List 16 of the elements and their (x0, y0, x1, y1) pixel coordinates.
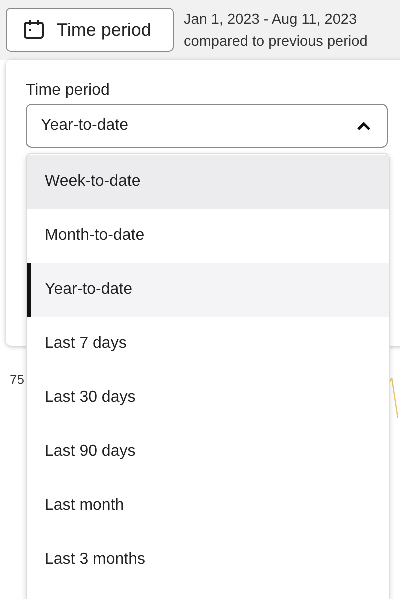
option-item[interactable]: Last 30 days (27, 371, 389, 425)
option-item[interactable]: Last 3 months (27, 533, 389, 587)
chevron-icon (357, 122, 371, 130)
option-item[interactable]: Last 90 days (27, 425, 389, 479)
time-period-select[interactable]: Year-to-date (26, 104, 388, 148)
calendar-icon (23, 19, 45, 41)
option-item[interactable]: Last 7 days (27, 317, 389, 371)
field-label: Time period (26, 81, 110, 101)
option-item[interactable]: Year-to-date (27, 263, 389, 317)
axis-label: 75 (10, 372, 24, 387)
option-item[interactable]: Week-to-date (27, 155, 389, 209)
time-period-button[interactable]: Time period (6, 8, 174, 52)
date-range: Jan 1, 2023 - Aug 11, 2023 (184, 11, 358, 30)
option-item[interactable]: Last month (27, 479, 389, 533)
comparison-text: compared to previous period (184, 33, 368, 52)
option-item[interactable]: Month-to-date (27, 209, 389, 263)
